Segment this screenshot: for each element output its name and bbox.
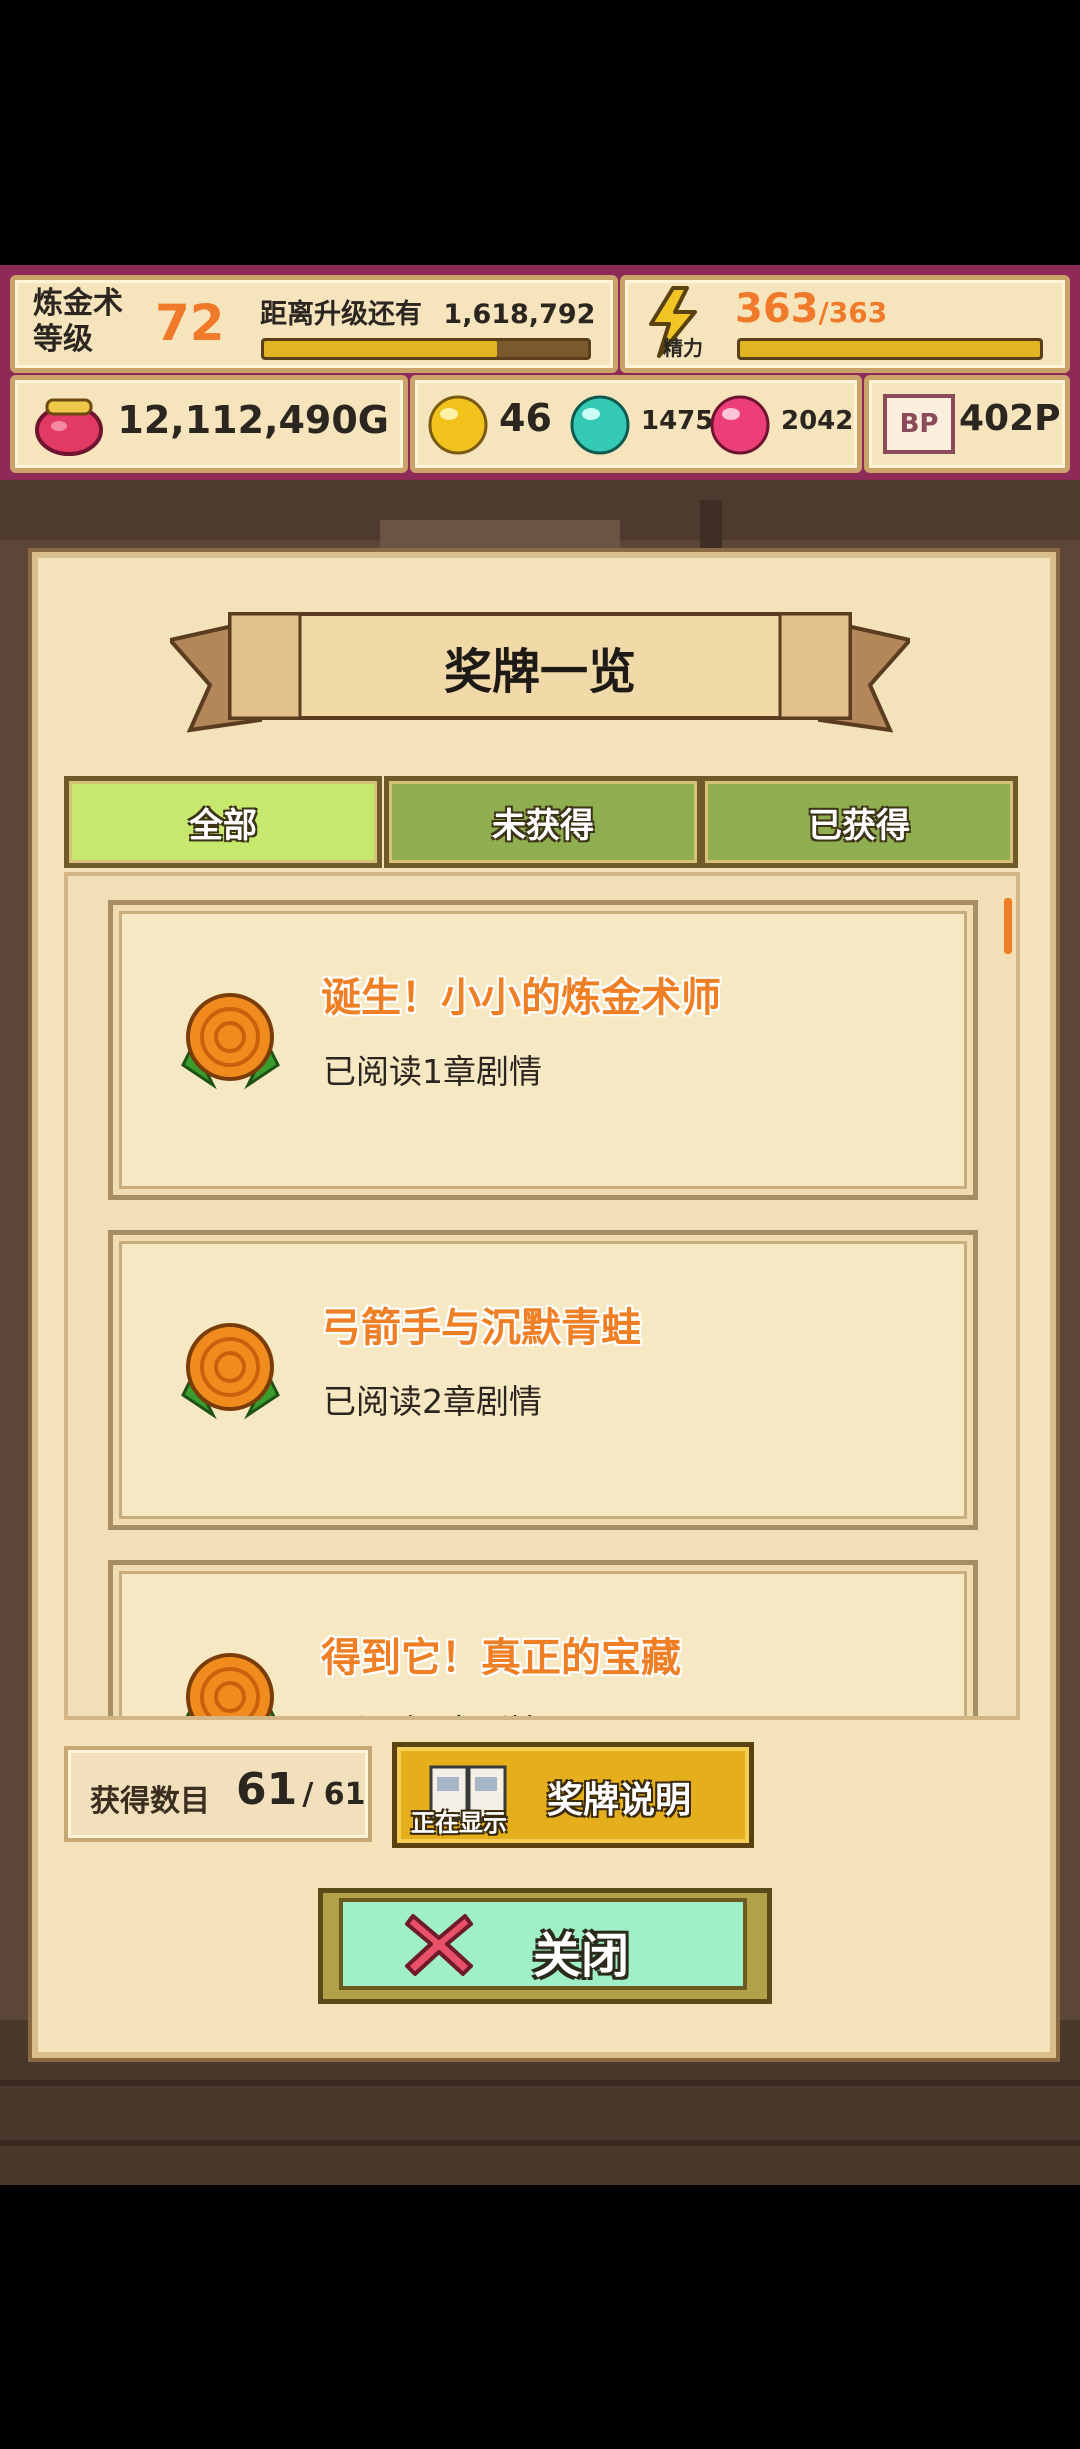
level-progress-bar xyxy=(261,338,591,360)
medal-icon xyxy=(185,1653,276,1716)
blue-orb-count: 1475 xyxy=(641,406,714,436)
medal-title: 诞生！小小的炼金术师 xyxy=(321,975,721,1021)
stamina-max: /363 xyxy=(818,296,888,329)
count-total: / 61 xyxy=(302,1777,366,1812)
count-label: 获得数目 xyxy=(90,1784,210,1819)
medal-title: 弓箭手与沉默青蛙 xyxy=(321,1305,641,1351)
list-item[interactable]: 得到它！真正的宝藏 已阅读3章剧情 xyxy=(108,1560,978,1716)
gold-orb-count: 46 xyxy=(499,396,552,440)
medal-icon xyxy=(181,1323,280,1420)
pink-orb-count: 2042 xyxy=(781,406,854,436)
close-button-face[interactable]: 关闭 xyxy=(339,1898,747,1990)
tab-all[interactable]: 全部 xyxy=(64,776,382,868)
bp-icon: BP xyxy=(883,394,955,454)
tab-unobtained[interactable]: 未获得 xyxy=(384,776,702,868)
medal-title: 得到它！真正的宝藏 xyxy=(321,1635,681,1681)
list-item[interactable]: 弓箭手与沉默青蛙 已阅读2章剧情 xyxy=(108,1230,978,1530)
pink-orb-icon xyxy=(710,395,770,455)
next-level-value: 1,618,792 xyxy=(443,299,596,330)
panel-title: 奖牌一览 xyxy=(443,644,636,700)
status-hud: 炼金术 等级 72 距离升级还有 1,618,792 精力 363/363 12… xyxy=(0,265,1080,480)
medal-explain-button[interactable]: 正在显示 奖牌说明 xyxy=(392,1742,754,1848)
close-x-icon xyxy=(405,1914,473,1976)
next-level-label: 距离升级还有 xyxy=(260,299,422,330)
level-label-2: 等级 xyxy=(33,322,93,357)
medal-desc: 已阅读3章剧情 xyxy=(323,1705,542,1716)
stamina-progress-fill xyxy=(740,341,1040,357)
bp-box: BP 402P xyxy=(864,375,1070,473)
count-value: 61 xyxy=(236,1764,298,1815)
medal-icon xyxy=(181,993,280,1090)
explain-label: 奖牌说明 xyxy=(547,1780,692,1821)
level-label-1: 炼金术 xyxy=(33,286,123,321)
gold-value: 12,112,490G xyxy=(117,398,389,442)
close-label: 关闭 xyxy=(533,1928,630,1984)
stamina-current: 363 xyxy=(735,286,819,332)
stamina-progress-bar xyxy=(737,338,1043,360)
level-box: 炼金术 等级 72 距离升级还有 1,618,792 xyxy=(10,275,618,373)
medal-list[interactable]: 诞生！小小的炼金术师 已阅读1章剧情 弓箭手与沉默青蛙 已阅读2章剧情 得到它！… xyxy=(64,872,1020,1720)
level-value: 72 xyxy=(155,294,225,352)
orbs-box: 46 1475 2042 xyxy=(410,375,862,473)
list-item[interactable]: 诞生！小小的炼金术师 已阅读1章剧情 xyxy=(108,900,978,1200)
tab-obtained[interactable]: 已获得 xyxy=(700,776,1018,868)
stamina-label: 精力 xyxy=(663,336,703,360)
medal-desc: 已阅读1章剧情 xyxy=(323,1052,542,1091)
medal-count-box: 获得数目 61 / 61 xyxy=(64,1746,372,1842)
purse-icon xyxy=(35,398,103,456)
list-scrollbar[interactable] xyxy=(1004,898,1012,954)
blue-orb-icon xyxy=(570,395,630,455)
stamina-box: 精力 363/363 xyxy=(620,275,1070,373)
level-progress-fill xyxy=(264,341,498,357)
gold-orb-icon xyxy=(428,395,488,455)
gold-box: 12,112,490G xyxy=(10,375,408,473)
bp-value: 402P xyxy=(959,398,1061,439)
medal-desc: 已阅读2章剧情 xyxy=(323,1382,542,1421)
explain-sub-label: 正在显示 xyxy=(411,1809,507,1837)
